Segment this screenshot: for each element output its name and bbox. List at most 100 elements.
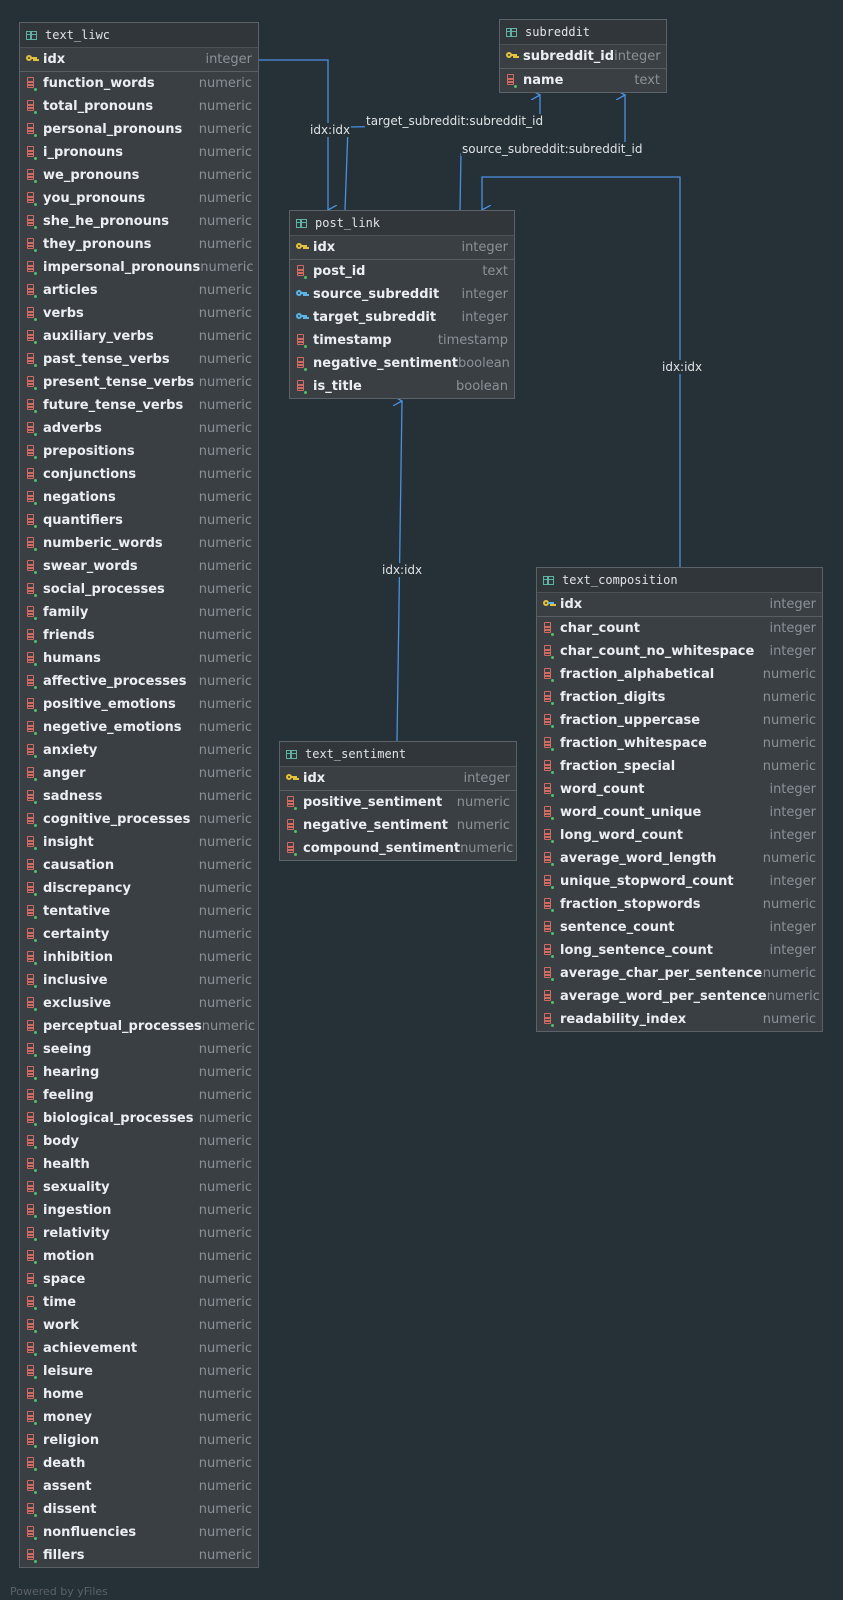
column-row[interactable]: anxiety numeric	[20, 739, 258, 762]
column-row[interactable]: ingestion numeric	[20, 1199, 258, 1222]
column-row[interactable]: verbs numeric	[20, 302, 258, 325]
table-header[interactable]: post_link	[290, 211, 514, 236]
column-row[interactable]: fraction_whitespace numeric	[537, 732, 822, 755]
column-row[interactable]: fraction_special numeric	[537, 755, 822, 778]
column-row[interactable]: conjunctions numeric	[20, 463, 258, 486]
primary-key-row[interactable]: subreddit_id integer	[500, 45, 666, 69]
column-row[interactable]: inclusive numeric	[20, 969, 258, 992]
column-row[interactable]: space numeric	[20, 1268, 258, 1291]
column-row[interactable]: biological_processes numeric	[20, 1107, 258, 1130]
column-row[interactable]: quantifiers numeric	[20, 509, 258, 532]
column-row[interactable]: past_tense_verbs numeric	[20, 348, 258, 371]
table-subreddit[interactable]: subreddit subreddit_id integer name text	[499, 19, 667, 93]
column-row[interactable]: prepositions numeric	[20, 440, 258, 463]
column-row[interactable]: average_char_per_sentence numeric	[537, 962, 822, 985]
column-row[interactable]: time numeric	[20, 1291, 258, 1314]
column-row[interactable]: death numeric	[20, 1452, 258, 1475]
column-row[interactable]: body numeric	[20, 1130, 258, 1153]
column-row[interactable]: numberic_words numeric	[20, 532, 258, 555]
column-row[interactable]: sexuality numeric	[20, 1176, 258, 1199]
column-row[interactable]: positive_emotions numeric	[20, 693, 258, 716]
column-row[interactable]: word_count_unique integer	[537, 801, 822, 824]
column-row[interactable]: fraction_alphabetical numeric	[537, 663, 822, 686]
column-row[interactable]: humans numeric	[20, 647, 258, 670]
column-row[interactable]: they_pronouns numeric	[20, 233, 258, 256]
column-row[interactable]: readability_index numeric	[537, 1008, 822, 1031]
column-row[interactable]: affective_processes numeric	[20, 670, 258, 693]
table-header[interactable]: text_composition	[537, 568, 822, 593]
column-row[interactable]: nonfluencies numeric	[20, 1521, 258, 1544]
column-row[interactable]: negative_sentiment boolean	[290, 352, 514, 375]
column-row[interactable]: family numeric	[20, 601, 258, 624]
table-text-liwc[interactable]: text_liwc idx integer function_words numeric…	[19, 22, 259, 1568]
column-row[interactable]: positive_sentiment numeric	[280, 791, 516, 814]
column-row[interactable]: char_count_no_whitespace integer	[537, 640, 822, 663]
column-row[interactable]: name text	[500, 69, 666, 92]
column-row[interactable]: we_pronouns numeric	[20, 164, 258, 187]
column-row[interactable]: money numeric	[20, 1406, 258, 1429]
column-row[interactable]: you_pronouns numeric	[20, 187, 258, 210]
column-row[interactable]: articles numeric	[20, 279, 258, 302]
column-row[interactable]: target_subreddit integer	[290, 306, 514, 329]
table-post-link[interactable]: post_link idx integer post_id text source_sub…	[289, 210, 515, 399]
column-row[interactable]: relativity numeric	[20, 1222, 258, 1245]
column-row[interactable]: long_sentence_count integer	[537, 939, 822, 962]
column-row[interactable]: swear_words numeric	[20, 555, 258, 578]
table-header[interactable]: subreddit	[500, 20, 666, 45]
column-row[interactable]: anger numeric	[20, 762, 258, 785]
column-row[interactable]: tentative numeric	[20, 900, 258, 923]
column-row[interactable]: personal_pronouns numeric	[20, 118, 258, 141]
column-row[interactable]: long_word_count integer	[537, 824, 822, 847]
column-row[interactable]: health numeric	[20, 1153, 258, 1176]
column-row[interactable]: exclusive numeric	[20, 992, 258, 1015]
column-row[interactable]: motion numeric	[20, 1245, 258, 1268]
column-row[interactable]: sadness numeric	[20, 785, 258, 808]
primary-key-row[interactable]: idx integer	[537, 593, 822, 617]
column-row[interactable]: post_id text	[290, 260, 514, 283]
column-row[interactable]: inhibition numeric	[20, 946, 258, 969]
table-text-sentiment[interactable]: text_sentiment idx integer positive_sentime…	[279, 741, 517, 861]
column-row[interactable]: fillers numeric	[20, 1544, 258, 1567]
table-header[interactable]: text_liwc	[20, 23, 258, 48]
column-row[interactable]: fraction_stopwords numeric	[537, 893, 822, 916]
column-row[interactable]: adverbs numeric	[20, 417, 258, 440]
column-row[interactable]: hearing numeric	[20, 1061, 258, 1084]
column-row[interactable]: negetive_emotions numeric	[20, 716, 258, 739]
column-row[interactable]: compound_sentiment numeric	[280, 837, 516, 860]
column-row[interactable]: she_he_pronouns numeric	[20, 210, 258, 233]
column-row[interactable]: average_word_length numeric	[537, 847, 822, 870]
column-row[interactable]: sentence_count integer	[537, 916, 822, 939]
column-row[interactable]: negations numeric	[20, 486, 258, 509]
column-row[interactable]: word_count integer	[537, 778, 822, 801]
column-row[interactable]: future_tense_verbs numeric	[20, 394, 258, 417]
column-row[interactable]: source_subreddit integer	[290, 283, 514, 306]
primary-key-row[interactable]: idx integer	[280, 767, 516, 791]
column-row[interactable]: total_pronouns numeric	[20, 95, 258, 118]
column-row[interactable]: social_processes numeric	[20, 578, 258, 601]
column-row[interactable]: fraction_digits numeric	[537, 686, 822, 709]
column-row[interactable]: certainty numeric	[20, 923, 258, 946]
column-row[interactable]: i_pronouns numeric	[20, 141, 258, 164]
column-row[interactable]: function_words numeric	[20, 72, 258, 95]
primary-key-row[interactable]: idx integer	[290, 236, 514, 260]
table-header[interactable]: text_sentiment	[280, 742, 516, 767]
column-row[interactable]: is_title boolean	[290, 375, 514, 398]
column-row[interactable]: causation numeric	[20, 854, 258, 877]
column-row[interactable]: feeling numeric	[20, 1084, 258, 1107]
column-row[interactable]: fraction_uppercase numeric	[537, 709, 822, 732]
column-row[interactable]: char_count integer	[537, 617, 822, 640]
column-row[interactable]: leisure numeric	[20, 1360, 258, 1383]
column-row[interactable]: average_word_per_sentence numeric	[537, 985, 822, 1008]
column-row[interactable]: present_tense_verbs numeric	[20, 371, 258, 394]
column-row[interactable]: discrepancy numeric	[20, 877, 258, 900]
table-text-composition[interactable]: text_composition idx integer char_count inte…	[536, 567, 823, 1032]
column-row[interactable]: timestamp timestamp	[290, 329, 514, 352]
primary-key-row[interactable]: idx integer	[20, 48, 258, 72]
column-row[interactable]: auxiliary_verbs numeric	[20, 325, 258, 348]
column-row[interactable]: dissent numeric	[20, 1498, 258, 1521]
column-row[interactable]: assent numeric	[20, 1475, 258, 1498]
column-row[interactable]: insight numeric	[20, 831, 258, 854]
column-row[interactable]: cognitive_processes numeric	[20, 808, 258, 831]
column-row[interactable]: work numeric	[20, 1314, 258, 1337]
column-row[interactable]: religion numeric	[20, 1429, 258, 1452]
